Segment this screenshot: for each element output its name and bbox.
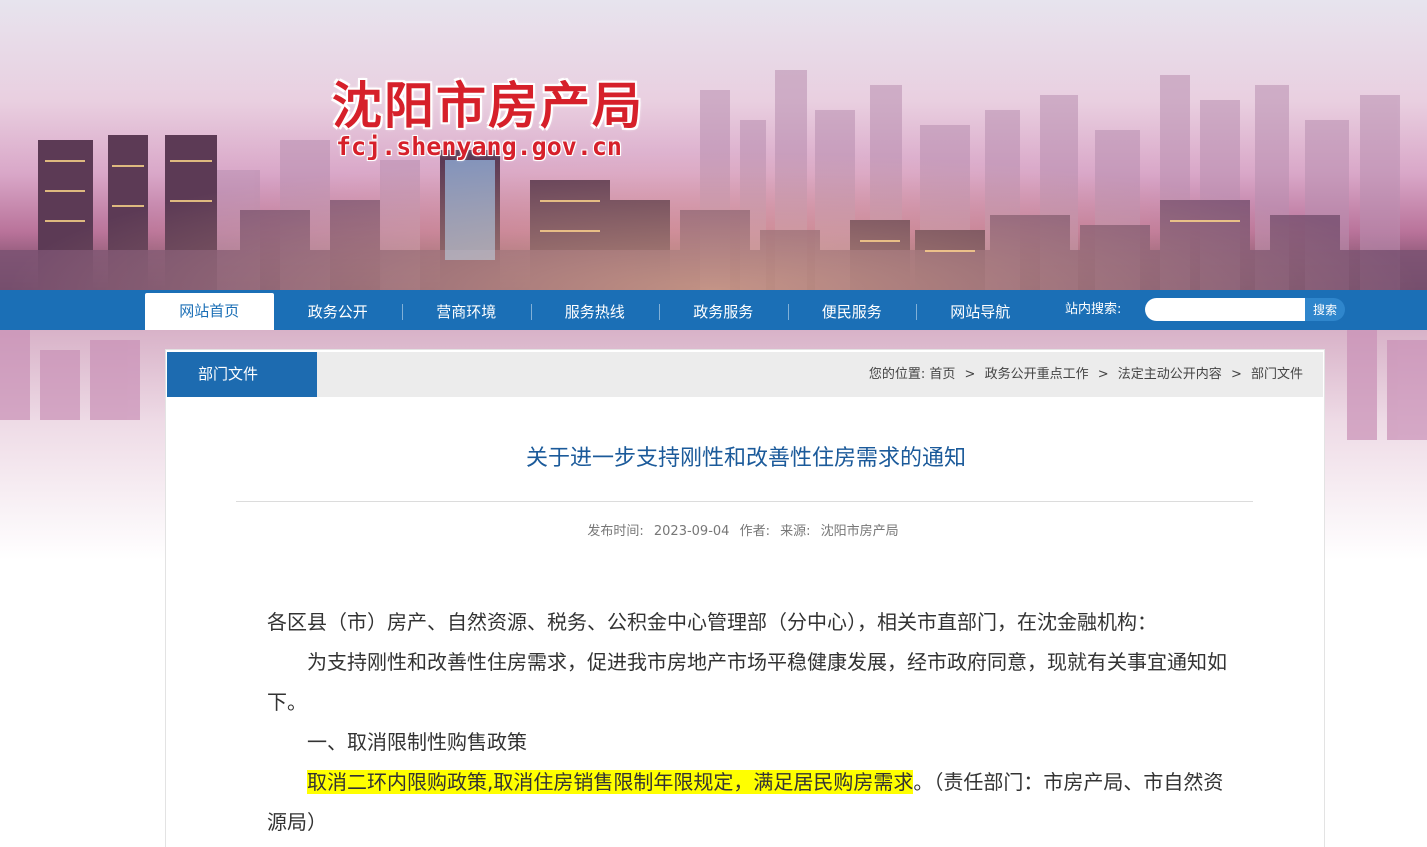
search-input[interactable]	[1145, 298, 1307, 321]
paragraph-intro: 为支持刚性和改善性住房需求，促进我市房地产市场平稳健康发展，经市政府同意，现就有…	[267, 650, 1227, 714]
breadcrumb: 您的位置: 首页 > 政务公开重点工作 > 法定主动公开内容 > 部门文件	[869, 352, 1303, 397]
nav-item-gov-service[interactable]: 政务服务	[659, 290, 788, 330]
site-url: fcj.shenyang.gov.cn	[336, 132, 622, 161]
nav-item-business-env[interactable]: 营商环境	[402, 290, 531, 330]
breadcrumb-dept-docs[interactable]: 部门文件	[1251, 367, 1303, 382]
source-label: 来源:	[780, 524, 811, 539]
article-body: 各区县（市）房产、自然资源、税务、公积金中心管理部（分中心），相关市直部门，在沈…	[267, 602, 1227, 842]
breadcrumb-separator: >	[1097, 367, 1109, 382]
author-label: 作者:	[739, 524, 770, 539]
nav-item-hotline[interactable]: 服务热线	[530, 290, 660, 330]
main-nav: 网站首页 政务公开 营商环境 服务热线 政务服务 便民服务 网站导航 站内搜索:…	[0, 290, 1427, 330]
content-panel: 部门文件 您的位置: 首页 > 政务公开重点工作 > 法定主动公开内容 > 部门…	[165, 349, 1325, 847]
breadcrumb-separator: >	[1230, 367, 1242, 382]
published-date: 2023-09-04	[653, 524, 730, 539]
panel-header: 部门文件 您的位置: 首页 > 政务公开重点工作 > 法定主动公开内容 > 部门…	[167, 352, 1323, 397]
nav-items: 网站首页 政务公开 营商环境 服务热线 政务服务 便民服务 网站导航	[145, 290, 1045, 330]
left-city-decor	[0, 330, 140, 420]
paragraph-addressee: 各区县（市）房产、自然资源、税务、公积金中心管理部（分中心），相关市直部门，在沈…	[267, 610, 1157, 634]
title-divider	[236, 501, 1253, 502]
breadcrumb-prefix: 您的位置:	[868, 367, 926, 382]
source-value: 沈阳市房产局	[820, 524, 899, 539]
breadcrumb-home[interactable]: 首页	[929, 367, 955, 382]
nav-item-public-service[interactable]: 便民服务	[787, 290, 917, 330]
search-button[interactable]: 搜索	[1305, 298, 1345, 321]
article-meta: 发布时间: 2023-09-04 作者: 来源: 沈阳市房产局	[166, 520, 1326, 539]
article-title: 关于进一步支持刚性和改善性住房需求的通知	[525, 446, 966, 471]
breadcrumb-legal-open[interactable]: 法定主动公开内容	[1118, 367, 1222, 382]
header-banner: 沈阳市房产局 fcj.shenyang.gov.cn	[0, 0, 1427, 290]
banner-glow	[0, 150, 1427, 290]
right-city-decor	[1347, 330, 1427, 440]
nav-item-site-nav[interactable]: 网站导航	[916, 290, 1045, 330]
published-label: 发布时间:	[587, 524, 644, 539]
highlighted-text: 取消二环内限购政策,取消住房销售限制年限规定，满足居民购房需求	[307, 770, 914, 794]
tab-dept-docs[interactable]: 部门文件	[167, 352, 317, 397]
paragraph-section-heading: 一、取消限制性购售政策	[307, 730, 527, 754]
nav-item-gov-open[interactable]: 政务公开	[274, 290, 403, 330]
search-label: 站内搜索:	[1065, 302, 1122, 317]
breadcrumb-separator: >	[964, 367, 976, 382]
breadcrumb-gov-open-key[interactable]: 政务公开重点工作	[985, 367, 1089, 382]
paragraph-policy-item: 取消二环内限购政策,取消住房销售限制年限规定，满足居民购房需求。（责任部门：市房…	[267, 762, 1227, 842]
nav-item-home[interactable]: 网站首页	[145, 293, 274, 330]
site-title: 沈阳市房产局	[332, 77, 644, 135]
